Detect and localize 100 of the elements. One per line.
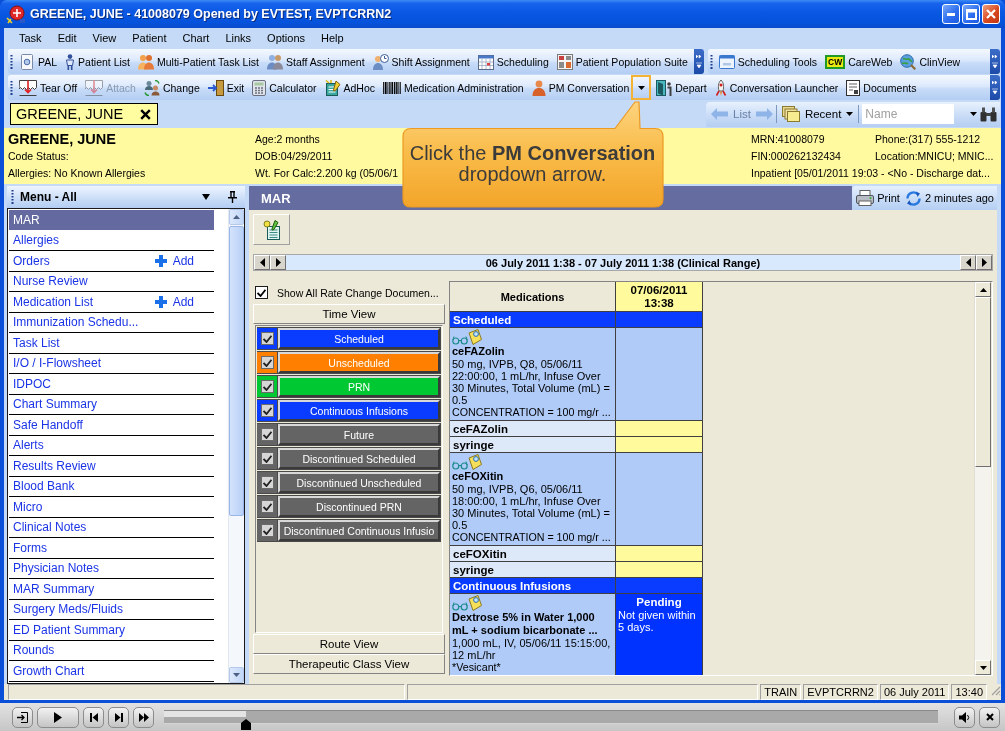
- filter-button[interactable]: Discontinued Unscheduled: [278, 472, 440, 493]
- checkbox[interactable]: [260, 524, 274, 537]
- caret-down-icon[interactable]: [970, 112, 977, 116]
- menu-item[interactable]: Safe Handoff: [9, 415, 214, 435]
- order-cell[interactable]: ceFAZolin 50 mg, IVPB, Q8, 05/06/11 22:00:00, 1 mL/hr, Infuse Over 30 Minutes, Total Volume (mL) = 0.5 CONCENTRATION = 100 mg/r ...: [450, 328, 616, 420]
- toolbar-button[interactable]: Patient List: [63, 50, 133, 73]
- view-tab[interactable]: Therapeutic Class View: [253, 654, 445, 674]
- menu-item[interactable]: Allergies: [9, 230, 214, 250]
- binoculars-icon[interactable]: [980, 106, 997, 122]
- toolbar-button[interactable]: CW CareWeb: [823, 50, 895, 73]
- slider-thumb[interactable]: [241, 718, 252, 730]
- toolbar-button[interactable]: Depart: [654, 76, 709, 99]
- patient-tab[interactable]: GREENE, JUNE: [10, 103, 158, 125]
- menu-bar-item[interactable]: Options: [267, 32, 305, 44]
- menu-bar-item[interactable]: View: [92, 32, 117, 44]
- toolbar-button[interactable]: Exit: [205, 76, 247, 99]
- checkbox[interactable]: [260, 452, 274, 465]
- close-player-button[interactable]: [979, 706, 1000, 728]
- toolbar-button[interactable]: Medication Administration: [381, 76, 526, 99]
- menu-bar-item[interactable]: Help: [321, 32, 344, 44]
- notepad-button[interactable]: [253, 214, 290, 245]
- toolbar-button[interactable]: Staff Assignment: [264, 50, 367, 73]
- menu-item[interactable]: I/O / I-Flowsheet: [9, 353, 214, 373]
- menu-bar-item[interactable]: Links: [225, 32, 252, 44]
- checkbox[interactable]: [260, 332, 274, 345]
- order-cell[interactable]: Dextrose 5% in Water 1,000 mL + sodium bicarbonate ... 1,000 mL, IV, 05/06/11 15:15:00, 12 mL/hr *Vesicant*: [450, 594, 616, 675]
- dropdown-arrow-button[interactable]: [631, 75, 652, 100]
- toolbar-button[interactable]: Scheduling: [475, 50, 551, 73]
- exit-button[interactable]: [12, 706, 33, 728]
- caret-down-icon[interactable]: [202, 194, 210, 200]
- menu-item[interactable]: Forms: [9, 538, 214, 558]
- toolbar-button[interactable]: ClinView: [898, 50, 963, 73]
- menu-item[interactable]: Results Review: [9, 456, 214, 476]
- toolbar-button[interactable]: Conversation Launcher: [712, 76, 841, 99]
- scroll-thumb[interactable]: [229, 226, 244, 516]
- step-forward-button[interactable]: [108, 706, 129, 728]
- menu-item[interactable]: MAR: [9, 210, 214, 230]
- menu-item[interactable]: Alerts: [9, 435, 214, 455]
- order-cell[interactable]: ceFOXitin 50 mg, IVPB, Q6, 05/06/11 18:00:00, 1 mL/hr, Infuse Over 30 Minutes, Total Volume (mL) = 0.5 CONCENTRATION = 100 mg/r ...: [450, 453, 616, 545]
- next-range-button[interactable]: [976, 255, 992, 270]
- menu-item[interactable]: MAR Summary: [9, 579, 214, 599]
- menu-item[interactable]: Chart Summary: [9, 394, 214, 414]
- menu-item[interactable]: Physician Notes: [9, 558, 214, 578]
- checkbox[interactable]: [260, 404, 274, 417]
- checkbox[interactable]: [260, 380, 274, 393]
- scrollbar-track[interactable]: [228, 209, 244, 683]
- minimize-button[interactable]: [942, 4, 960, 24]
- volume-button[interactable]: [954, 706, 975, 728]
- toolbar-button[interactable]: PAL: [17, 50, 60, 73]
- progress-track[interactable]: [164, 709, 938, 731]
- filter-button[interactable]: Future: [278, 424, 440, 445]
- toolbar-button[interactable]: Documents: [844, 76, 919, 99]
- menu-bar-item[interactable]: Edit: [57, 32, 77, 44]
- close-button[interactable]: [982, 4, 1000, 24]
- maximize-button[interactable]: [962, 4, 980, 24]
- view-tab[interactable]: Time View: [253, 304, 445, 324]
- toolbar-button[interactable]: Tear Off: [17, 76, 80, 99]
- menu-item[interactable]: Micro: [9, 497, 214, 517]
- checkbox[interactable]: [260, 356, 274, 369]
- menu-item[interactable]: Immunization Schedu...: [9, 312, 214, 332]
- filter-button[interactable]: Discontinued Continuous Infusio: [278, 520, 440, 541]
- close-icon[interactable]: [140, 108, 151, 120]
- next-range-button[interactable]: [270, 255, 286, 270]
- toolbar-button[interactable]: Patient Population Suite: [554, 50, 690, 73]
- resize-grip-icon[interactable]: [989, 684, 1001, 696]
- checkbox[interactable]: [260, 476, 274, 489]
- previous-range-button[interactable]: [254, 255, 270, 270]
- menu-item[interactable]: Nurse Review: [9, 271, 214, 291]
- filter-button[interactable]: Continuous Infusions: [278, 400, 440, 421]
- grip-icon[interactable]: [11, 190, 14, 204]
- toolbar-button[interactable]: Shift Assignment: [370, 50, 472, 73]
- checkbox[interactable]: [255, 286, 268, 299]
- grip-icon[interactable]: [10, 54, 13, 69]
- menu-item[interactable]: IDPOC: [9, 374, 214, 394]
- skip-back-button[interactable]: [83, 706, 104, 728]
- menu-bar-item[interactable]: Patient: [132, 32, 167, 44]
- play-button[interactable]: [37, 706, 79, 728]
- add-button[interactable]: Add: [154, 251, 194, 271]
- pin-icon[interactable]: [228, 191, 237, 203]
- toolbar-overflow-button[interactable]: [990, 49, 1000, 74]
- fast-forward-button[interactable]: [133, 706, 154, 728]
- refresh-button[interactable]: 2 minutes ago: [904, 189, 994, 207]
- checkbox[interactable]: [260, 500, 274, 513]
- grip-icon[interactable]: [709, 54, 713, 69]
- name-search-field[interactable]: Name: [862, 104, 955, 124]
- menu-item[interactable]: Task List: [9, 333, 214, 353]
- toolbar-overflow-button[interactable]: [990, 75, 1000, 100]
- menu-item[interactable]: Clinical Notes: [9, 517, 214, 537]
- recent-button[interactable]: Recent: [779, 103, 856, 125]
- menu-item[interactable]: Medication List: [9, 292, 155, 312]
- toolbar-overflow-button[interactable]: [693, 49, 704, 74]
- menu-item[interactable]: Rounds: [9, 640, 214, 660]
- menu-bar-item[interactable]: Chart: [182, 32, 210, 44]
- menu-bar-item[interactable]: Task: [19, 32, 42, 44]
- toolbar-button[interactable]: Multi-Patient Task List: [136, 50, 261, 73]
- menu-item[interactable]: Blood Bank: [9, 476, 214, 496]
- add-button[interactable]: Add: [154, 292, 194, 312]
- toolbar-button[interactable]: Scheduling Tools: [716, 50, 820, 73]
- previous-range-button[interactable]: [960, 255, 976, 270]
- toolbar-button[interactable]: PM Conversation: [529, 76, 632, 99]
